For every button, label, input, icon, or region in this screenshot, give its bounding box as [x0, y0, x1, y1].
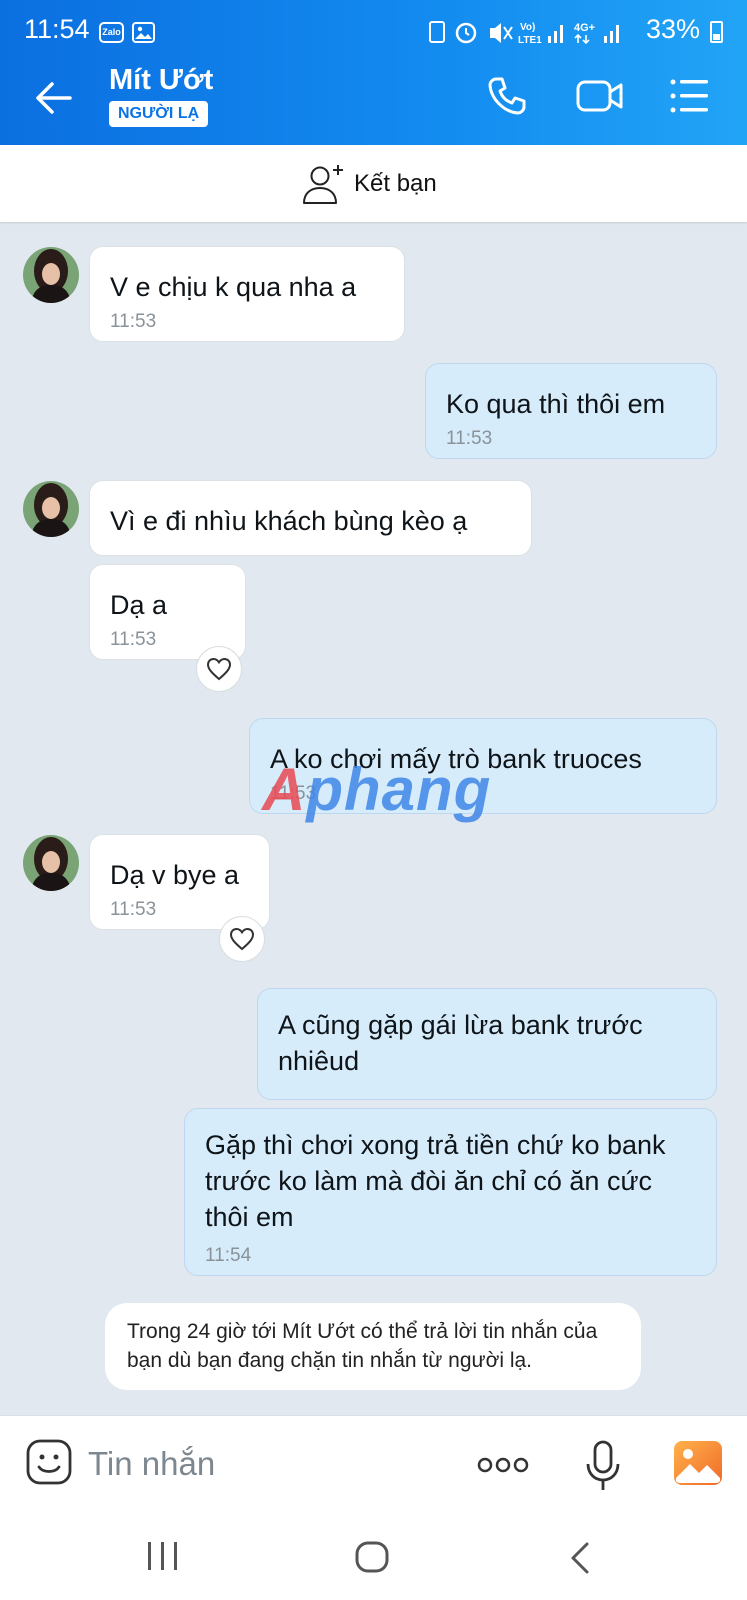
message-text: Dạ a	[110, 590, 168, 620]
message-bubble[interactable]: Gặp thì chơi xong trả tiền chứ ko bank t…	[184, 1108, 717, 1276]
react-heart-button[interactable]	[196, 646, 242, 692]
status-icons: Vo) LTE1 4G+	[429, 21, 619, 46]
image-picker-icon[interactable]	[673, 1440, 723, 1486]
watermark-logo: Aphang	[262, 756, 492, 823]
stranger-badge: NGƯỜI LẠ	[109, 101, 209, 127]
avatar-image	[23, 247, 79, 303]
heart-icon	[206, 657, 232, 681]
svg-text:4G+: 4G+	[574, 22, 595, 34]
message-text: V e chịu k qua nha a	[110, 272, 357, 302]
stranger-reply-notice: Trong 24 giờ tới Mít Ướt có thể trả lời …	[105, 1303, 641, 1390]
avatar-image	[23, 835, 79, 891]
avatar[interactable]	[23, 481, 79, 537]
back-arrow-icon[interactable]	[34, 80, 74, 116]
message-bubble[interactable]: V e chịu k qua nha a 11:53	[89, 246, 405, 342]
contact-name[interactable]: Mít Ướt	[109, 64, 213, 97]
chat-header: 11:54 Zalo Vo) LTE1 4G+ 33% Mít Ướt NGƯỜ…	[0, 0, 747, 145]
video-call-icon[interactable]	[576, 76, 624, 116]
menu-list-icon[interactable]	[670, 76, 710, 116]
svg-text:LTE1: LTE1	[518, 35, 542, 46]
svg-text:Vo): Vo)	[520, 22, 535, 33]
message-time: 11:53	[446, 428, 493, 449]
message-time: 11:53	[110, 899, 157, 920]
add-friend-label: Kết bạn	[354, 170, 437, 197]
react-heart-button[interactable]	[219, 916, 265, 962]
zalo-notification-icon: Zalo	[99, 22, 124, 43]
message-text: Ko qua thì thôi em	[446, 389, 666, 419]
add-friend-button[interactable]: Kết bạn	[302, 163, 437, 205]
message-bubble[interactable]: A cũng gặp gái lừa bank trước nhiêud	[257, 988, 717, 1100]
avatar[interactable]	[23, 247, 79, 303]
avatar[interactable]	[23, 835, 79, 891]
message-time: 11:54	[205, 1245, 252, 1266]
microphone-icon[interactable]	[585, 1440, 621, 1492]
phone-call-icon[interactable]	[487, 76, 527, 116]
add-friend-bar: Kết bạn	[0, 145, 747, 222]
status-time: 11:54	[24, 14, 90, 44]
status-bar: 11:54 Zalo Vo) LTE1 4G+ 33%	[0, 0, 747, 50]
message-time: 11:53	[110, 629, 157, 650]
add-friend-icon	[303, 165, 343, 204]
message-bubble[interactable]: Ko qua thì thôi em 11:53	[425, 363, 717, 459]
message-text: A cũng gặp gái lừa bank trước nhiêud	[278, 1010, 643, 1076]
back-nav-icon[interactable]	[568, 1541, 592, 1575]
home-icon[interactable]	[355, 1541, 389, 1573]
system-navigation-bar	[0, 1513, 747, 1600]
message-text: Dạ v bye a	[110, 860, 240, 890]
message-input-bar	[0, 1415, 747, 1513]
recent-apps-icon[interactable]	[146, 1541, 180, 1571]
avatar-image	[23, 481, 79, 537]
battery-percentage: 33%	[646, 14, 701, 44]
message-text: Gặp thì chơi xong trả tiền chứ ko bank t…	[205, 1130, 666, 1232]
message-bubble[interactable]: Vì e đi nhìu khách bùng kèo ạ	[89, 480, 532, 556]
more-options-icon[interactable]	[477, 1456, 529, 1474]
message-time: 11:53	[110, 311, 157, 332]
message-input[interactable]	[88, 1442, 448, 1486]
heart-icon	[229, 927, 255, 951]
gallery-notification-icon	[132, 22, 155, 43]
battery-icon	[710, 21, 723, 43]
message-text: Vì e đi nhìu khách bùng kèo ạ	[110, 506, 468, 536]
emoji-sticker-icon[interactable]	[25, 1438, 73, 1486]
